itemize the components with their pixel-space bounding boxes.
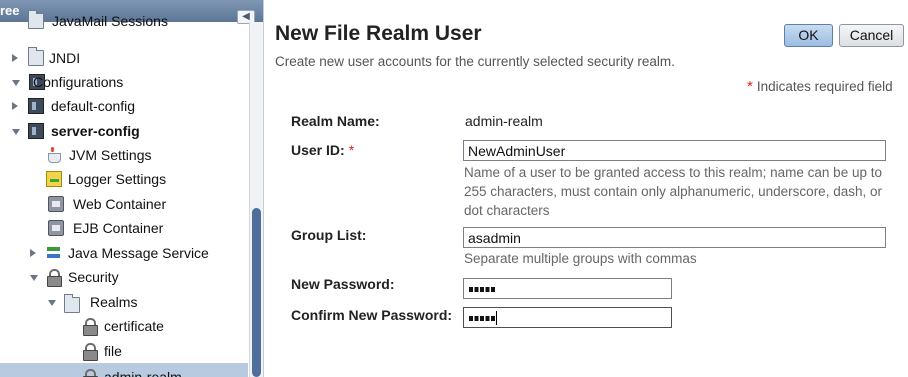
tree-item-label: admin-realm (104, 369, 182, 377)
logger-icon (46, 171, 62, 187)
lock-icon (82, 369, 98, 377)
folder-icon (28, 47, 44, 66)
tree-item-label: JavaMail Sessions (52, 13, 168, 29)
jvm-icon (46, 147, 62, 163)
tree-item-label: Realms (90, 294, 138, 310)
tree-item-label: Configurations (33, 74, 124, 90)
realm-name-label: Realm Name: (291, 113, 380, 129)
tree-item-label: server-config (51, 123, 140, 139)
group-list-input[interactable] (463, 227, 886, 248)
tree-item-label: Web Container (73, 196, 167, 212)
tree-item-realms[interactable]: Realms (0, 291, 248, 315)
tree-item-jvm-settings[interactable]: JVM Settings (0, 144, 248, 168)
folder-icon (64, 294, 80, 313)
new-password-input[interactable]: ••••• (463, 278, 672, 299)
password-mask (469, 316, 496, 321)
cancel-button[interactable]: Cancel (839, 24, 904, 47)
container-icon (48, 220, 64, 236)
tree-item-label: file (104, 343, 122, 359)
group-list-help: Separate multiple groups with commas (464, 251, 697, 266)
tree-item-label: JNDI (49, 50, 81, 66)
jms-icon (46, 245, 62, 261)
tree-item-label: Java Message Service (68, 245, 209, 261)
tree-scrollbar-thumb[interactable] (252, 208, 261, 377)
collapse-arrow-icon[interactable] (12, 80, 20, 86)
tree-item-label: Logger Settings (68, 171, 167, 187)
server-icon (28, 123, 44, 139)
password-mask (469, 287, 496, 292)
navigation-tree: ree ◀ JavaMail Sessions JNDI Configurati… (0, 0, 264, 377)
tree-item-web-container[interactable]: Web Container (0, 193, 248, 217)
tree-item-admin-realm[interactable]: admin-realm (0, 363, 248, 377)
tree-item-ejb-container[interactable]: EJB Container (0, 217, 248, 241)
required-star-icon: * (747, 78, 753, 95)
group-list-label: Group List: (291, 227, 367, 243)
tree-item-jndi[interactable]: JNDI (0, 47, 248, 71)
collapse-arrow-icon[interactable] (12, 129, 20, 135)
ok-button[interactable]: OK (784, 24, 833, 47)
confirm-password-label: Confirm New Password: (291, 307, 453, 323)
server-icon (28, 98, 44, 114)
user-id-label-text: User ID: (291, 142, 345, 158)
expand-arrow-icon[interactable] (12, 102, 18, 110)
confirm-password-input[interactable]: ••••• (463, 307, 672, 328)
tree-item-configurations[interactable]: Configurations (0, 71, 248, 95)
tree-item-logger-settings[interactable]: Logger Settings (0, 168, 248, 192)
page-title: New File Realm User (275, 22, 482, 45)
collapse-arrow-icon[interactable] (48, 300, 56, 306)
tree-item-certificate[interactable]: certificate (0, 315, 248, 339)
tree-item-server-config[interactable]: server-config (0, 120, 248, 144)
text-caret (496, 311, 497, 325)
user-id-help: Name of a user to be granted access to t… (464, 165, 882, 218)
tree-item-label: certificate (104, 318, 164, 334)
container-icon (48, 196, 64, 212)
tree-item-java-message-service[interactable]: Java Message Service (0, 242, 248, 266)
tree-item-label: Security (68, 269, 119, 285)
tree-item-security[interactable]: Security (0, 266, 248, 290)
expand-arrow-icon[interactable] (12, 54, 18, 62)
new-password-label: New Password: (291, 276, 395, 292)
tree-scrollbar[interactable] (249, 22, 263, 377)
required-note-text: Indicates required field (756, 79, 893, 94)
realm-name-value: admin-realm (465, 113, 543, 129)
tree-item-javamail-sessions[interactable]: JavaMail Sessions (0, 10, 248, 34)
tree-item-label: EJB Container (73, 220, 164, 236)
expand-arrow-icon[interactable] (30, 249, 36, 257)
page-description: Create new user accounts for the current… (275, 54, 675, 69)
lock-icon (82, 318, 98, 336)
tree-item-label: JVM Settings (69, 147, 152, 163)
tree-item-label: default-config (51, 98, 136, 114)
folder-icon (28, 10, 44, 29)
tree-item-default-config[interactable]: default-config (0, 95, 248, 119)
user-id-input[interactable] (463, 140, 886, 161)
lock-icon (82, 343, 98, 361)
required-star-icon: * (348, 142, 355, 158)
user-id-label: User ID: * (291, 142, 354, 158)
tree-item-file[interactable]: file (0, 340, 248, 364)
lock-icon (46, 269, 62, 287)
collapse-arrow-icon[interactable] (30, 275, 38, 281)
required-field-note: * Indicates required field (747, 78, 893, 95)
